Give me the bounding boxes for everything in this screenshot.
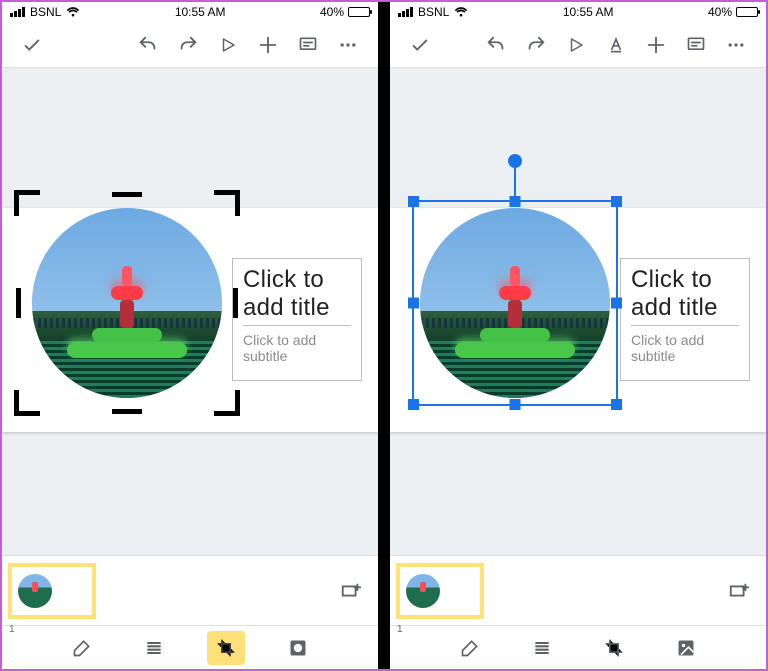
clock-label: 10:55 AM	[563, 5, 614, 19]
resize-handle-right[interactable]	[611, 298, 622, 309]
bottom-tabbar	[390, 625, 766, 669]
signal-icon	[10, 7, 25, 17]
status-bar: BSNL 10:55 AM 40%	[390, 2, 766, 22]
crop-handle-top-left[interactable]	[14, 190, 40, 216]
add-button[interactable]	[638, 27, 674, 63]
resize-handle-top-right[interactable]	[611, 196, 622, 207]
crop-tab[interactable]	[595, 631, 633, 665]
right-pane: BSNL 10:55 AM 40%	[390, 2, 766, 669]
resize-handle-bottom-right[interactable]	[611, 399, 622, 410]
resize-handle-top[interactable]	[510, 196, 521, 207]
wifi-icon	[66, 7, 80, 17]
signal-icon	[398, 7, 413, 17]
slide-number: 1	[9, 624, 15, 635]
undo-button[interactable]	[130, 27, 166, 63]
title-placeholder[interactable]: Click to add title	[631, 266, 739, 326]
add-slide-button[interactable]	[722, 574, 756, 608]
crop-tab[interactable]	[207, 631, 245, 665]
list-tab[interactable]	[135, 631, 173, 665]
wifi-icon	[454, 7, 468, 17]
slide-thumbnail[interactable]: 1	[12, 567, 92, 615]
present-button[interactable]	[558, 27, 594, 63]
slide-canvas[interactable]: Click to add title Click to add subtitle	[2, 68, 378, 555]
resize-handle-bottom-left[interactable]	[408, 399, 419, 410]
list-tab[interactable]	[523, 631, 561, 665]
more-button[interactable]	[718, 27, 754, 63]
selection-box[interactable]	[412, 200, 618, 406]
slide-number: 1	[397, 624, 403, 635]
battery-icon	[736, 7, 758, 17]
filmstrip: 1	[2, 555, 378, 625]
subtitle-placeholder[interactable]: Click to add subtitle	[243, 332, 351, 364]
status-bar: BSNL 10:55 AM 40%	[2, 2, 378, 22]
masked-image[interactable]	[22, 198, 232, 408]
crop-handle-left[interactable]	[16, 288, 21, 318]
left-pane: BSNL 10:55 AM 40%	[2, 2, 378, 669]
clock-label: 10:55 AM	[175, 5, 226, 19]
add-slide-button[interactable]	[334, 574, 368, 608]
comment-button[interactable]	[678, 27, 714, 63]
present-button[interactable]	[210, 27, 246, 63]
resize-handle-bottom[interactable]	[510, 399, 521, 410]
top-toolbar	[390, 22, 766, 68]
comment-button[interactable]	[290, 27, 326, 63]
text-format-button[interactable]	[598, 27, 634, 63]
mask-tab[interactable]	[279, 631, 317, 665]
crop-handle-right[interactable]	[233, 288, 238, 318]
image-tab[interactable]	[667, 631, 705, 665]
confirm-button[interactable]	[402, 27, 438, 63]
add-button[interactable]	[250, 27, 286, 63]
carrier-label: BSNL	[30, 5, 61, 19]
edit-tab[interactable]	[451, 631, 489, 665]
crop-handle-bottom-right[interactable]	[214, 390, 240, 416]
crop-handle-top[interactable]	[112, 192, 142, 197]
battery-icon	[348, 7, 370, 17]
rotation-handle[interactable]	[508, 154, 522, 168]
redo-button[interactable]	[170, 27, 206, 63]
more-button[interactable]	[330, 27, 366, 63]
crop-handle-bottom-left[interactable]	[14, 390, 40, 416]
redo-button[interactable]	[518, 27, 554, 63]
filmstrip: 1	[390, 555, 766, 625]
slide-canvas[interactable]: Click to add title Click to add subtitle	[390, 68, 766, 555]
resize-handle-top-left[interactable]	[408, 196, 419, 207]
carrier-label: BSNL	[418, 5, 449, 19]
undo-button[interactable]	[478, 27, 514, 63]
crop-handle-top-right[interactable]	[214, 190, 240, 216]
slide-thumbnail[interactable]: 1	[400, 567, 480, 615]
crop-handle-bottom[interactable]	[112, 409, 142, 414]
title-placeholder[interactable]: Click to add title	[243, 266, 351, 326]
top-toolbar	[2, 22, 378, 68]
bottom-tabbar	[2, 625, 378, 669]
edit-tab[interactable]	[63, 631, 101, 665]
battery-label: 40%	[708, 5, 732, 19]
battery-label: 40%	[320, 5, 344, 19]
masked-image[interactable]	[410, 198, 620, 408]
confirm-button[interactable]	[14, 27, 50, 63]
pane-divider	[378, 2, 390, 669]
resize-handle-left[interactable]	[408, 298, 419, 309]
subtitle-placeholder[interactable]: Click to add subtitle	[631, 332, 739, 364]
